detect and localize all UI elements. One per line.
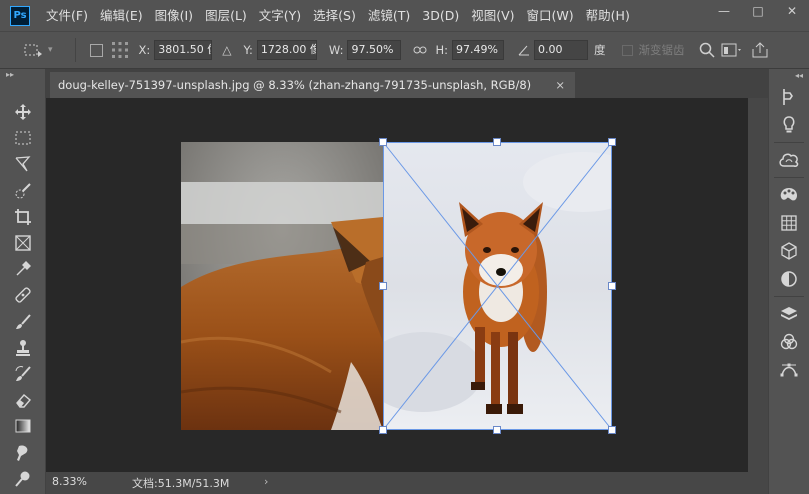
brush-icon[interactable]	[0, 309, 46, 335]
menu-edit[interactable]: 编辑(E)	[94, 0, 149, 31]
learn-icon[interactable]	[769, 111, 809, 139]
frame-icon[interactable]	[0, 230, 46, 256]
smudge-icon[interactable]	[0, 439, 46, 465]
anti-alias-label: 渐变锯齿	[638, 43, 685, 57]
dodge-icon[interactable]	[0, 466, 46, 492]
collapse-tools-icon[interactable]: ▸▸	[0, 69, 45, 81]
expand-panels-icon[interactable]: ◂◂	[769, 69, 809, 83]
share-icon[interactable]	[751, 42, 769, 58]
menu-window[interactable]: 窗口(W)	[521, 0, 580, 31]
search-icon[interactable]	[699, 42, 715, 58]
panel-divider	[774, 177, 804, 178]
menu-bar: Ps 文件(F) 编辑(E) 图像(I) 图层(L) 文字(Y) 选择(S) 滤…	[0, 0, 809, 31]
eraser-icon[interactable]	[0, 387, 46, 413]
dropdown-arrow-icon[interactable]: ▾	[48, 45, 53, 55]
transform-handle-top-right[interactable]	[608, 138, 616, 146]
w-label: W:	[328, 43, 344, 57]
menu-view[interactable]: 视图(V)	[465, 0, 520, 31]
document-info: 文档:51.3M/51.3M	[132, 477, 230, 490]
h-label: H:	[435, 43, 449, 57]
menu-filter[interactable]: 滤镜(T)	[362, 0, 416, 31]
menu-help[interactable]: 帮助(H)	[580, 0, 636, 31]
x-position-field[interactable]: 3801.50 像	[154, 40, 213, 60]
y-position-field[interactable]: 1728.00 像	[256, 40, 317, 60]
status-menu-arrow-icon[interactable]: ›	[264, 475, 268, 488]
vertical-scrollbar[interactable]	[748, 98, 768, 472]
delta-icon[interactable]: △	[222, 43, 231, 57]
panel-dock: ◂◂	[768, 69, 809, 494]
document-tab-title: doug-kelley-751397-unsplash.jpg @ 8.33% …	[58, 78, 532, 92]
menu-type[interactable]: 文字(Y)	[253, 0, 307, 31]
lasso-icon[interactable]	[0, 151, 46, 177]
document-tab[interactable]: doug-kelley-751397-unsplash.jpg @ 8.33% …	[50, 72, 575, 98]
history-icon[interactable]	[769, 83, 809, 111]
move-icon[interactable]	[0, 99, 46, 125]
y-label: Y:	[243, 43, 253, 57]
width-field[interactable]: 97.50%	[347, 40, 402, 60]
menu-3d[interactable]: 3D(D)	[416, 0, 465, 31]
quick-select-icon[interactable]	[0, 178, 46, 204]
history-brush-icon[interactable]	[0, 361, 46, 387]
panel-divider	[774, 296, 804, 297]
panel-divider	[774, 142, 804, 143]
menu-select[interactable]: 选择(S)	[307, 0, 362, 31]
transform-handle-right[interactable]	[608, 282, 616, 290]
close-window-button[interactable]: ✕	[775, 0, 809, 22]
status-bar: 8.33% 文档:51.3M/51.3M ›	[46, 472, 768, 494]
angle-unit: 度	[594, 43, 606, 57]
fox-closeup-image	[181, 142, 383, 430]
minimize-button[interactable]: —	[707, 0, 741, 22]
layers-icon[interactable]	[769, 300, 809, 328]
3d-icon[interactable]	[769, 237, 809, 265]
channels-icon[interactable]	[769, 328, 809, 356]
healing-brush-icon[interactable]	[0, 282, 46, 308]
window-controls: — □ ✕	[707, 0, 809, 22]
menu-file[interactable]: 文件(F)	[40, 0, 94, 31]
x-label: X:	[138, 43, 151, 57]
angle-icon[interactable]	[518, 44, 530, 56]
zoom-level[interactable]: 8.33%	[52, 475, 87, 488]
close-tab-icon[interactable]: ×	[555, 72, 565, 98]
document-tab-bar: doug-kelley-751397-unsplash.jpg @ 8.33% …	[46, 69, 768, 98]
gradient-icon[interactable]	[0, 413, 46, 439]
color-icon[interactable]	[769, 181, 809, 209]
transform-handle-top-left[interactable]	[379, 138, 387, 146]
eyedropper-icon[interactable]	[0, 256, 46, 282]
reference-point-grid-icon[interactable]	[111, 41, 129, 59]
maximize-button[interactable]: □	[741, 0, 775, 22]
transform-handle-bottom-left[interactable]	[379, 426, 387, 434]
height-field[interactable]: 97.49%	[452, 40, 505, 60]
crop-icon[interactable]	[0, 204, 46, 230]
transform-handle-left[interactable]	[379, 282, 387, 290]
anti-alias-checkbox[interactable]	[621, 44, 633, 56]
adjustments-icon[interactable]	[769, 265, 809, 293]
transform-handle-bottom[interactable]	[493, 426, 501, 434]
menu-layer[interactable]: 图层(L)	[199, 0, 253, 31]
transform-tool-icon[interactable]	[22, 42, 48, 58]
menu-items: 文件(F) 编辑(E) 图像(I) 图层(L) 文字(Y) 选择(S) 滤镜(T…	[40, 0, 636, 31]
swatches-icon[interactable]	[769, 209, 809, 237]
workspace-icon[interactable]	[721, 42, 743, 58]
transform-handle-bottom-right[interactable]	[608, 426, 616, 434]
angle-field[interactable]: 0.00	[534, 40, 589, 60]
libraries-icon[interactable]	[769, 146, 809, 174]
link-icon[interactable]	[413, 45, 427, 55]
reference-point-checkbox[interactable]	[89, 43, 103, 57]
menu-image[interactable]: 图像(I)	[149, 0, 199, 31]
clone-stamp-icon[interactable]	[0, 335, 46, 361]
tools-panel: ▸▸	[0, 69, 46, 494]
transform-bounding-box[interactable]	[382, 141, 613, 431]
marquee-icon[interactable]	[0, 125, 46, 151]
paths-icon[interactable]	[769, 356, 809, 384]
transform-handle-top[interactable]	[493, 138, 501, 146]
options-bar: ▾ X: 3801.50 像 △ Y: 1728.00 像 W: 97.50% …	[0, 31, 809, 69]
photoshop-logo: Ps	[10, 5, 30, 26]
divider	[74, 38, 76, 62]
